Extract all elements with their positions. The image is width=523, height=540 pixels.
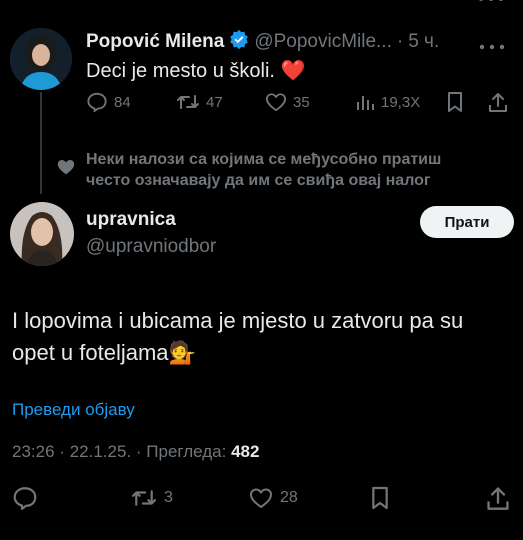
more-options-icon[interactable] (478, 37, 506, 55)
repost-button[interactable]: 47 (176, 92, 223, 112)
follow-button[interactable]: Прати (420, 206, 514, 238)
reply-icon (12, 487, 38, 514)
tweet-meta: 23:26 · 22.1.25. · Прегледа: 482 (12, 442, 259, 462)
social-heart-icon (56, 158, 76, 181)
repost-count: 47 (206, 93, 223, 111)
views-label: Прегледа: (146, 442, 227, 461)
bookmark-icon[interactable] (446, 91, 464, 118)
quoted-header: Popović Milena @PopovicMile... · 5 ч. (86, 29, 439, 55)
heart-icon (248, 487, 274, 509)
bookmark-icon[interactable] (370, 485, 390, 516)
author-handle[interactable]: @PopovicMile... (254, 31, 392, 53)
quoted-tweet-text: Deci je mesto u školi. ❤️ (86, 60, 306, 82)
avatar[interactable] (10, 28, 72, 90)
separator: · (396, 31, 404, 52)
views-total[interactable]: 482 (231, 442, 259, 461)
author-name[interactable]: Popović Milena (86, 31, 224, 53)
share-icon[interactable] (488, 91, 508, 118)
tweet-text-line-2: opet u foteljama💁 (12, 340, 196, 365)
repost-icon (130, 487, 158, 509)
top-more-icon[interactable] (476, 0, 506, 4)
verified-icon (229, 29, 249, 55)
heart-icon (265, 92, 287, 112)
thread-line (40, 92, 42, 194)
like-count: 28 (280, 489, 298, 506)
main-author-name[interactable]: upravnica (86, 209, 176, 231)
repost-icon (176, 92, 200, 112)
social-context-line-2: често означавају да им се свиђа овај нал… (86, 172, 431, 189)
main-author-handle[interactable]: @upravniodbor (86, 236, 216, 258)
avatar[interactable] (10, 202, 74, 266)
like-count: 35 (293, 93, 310, 111)
analytics-icon (355, 92, 375, 112)
repost-count: 3 (164, 489, 173, 506)
meta-separator: · (59, 442, 65, 461)
meta-separator: · (135, 442, 142, 461)
tweet-date[interactable]: 22.1.25. (70, 442, 131, 461)
main-tweet-text: I lopovima i ubicama je mjesto u zatvoru… (12, 305, 463, 369)
reply-icon (86, 92, 108, 112)
reply-button[interactable] (12, 486, 38, 515)
like-button[interactable]: 35 (265, 92, 310, 112)
translate-link[interactable]: Преведи објаву (12, 400, 135, 420)
reply-count: 84 (114, 93, 131, 111)
tweet-time[interactable]: 23:26 (12, 442, 55, 461)
like-button[interactable]: 28 (248, 487, 298, 509)
social-context-line-1: Неки налози са којима се међусобно прати… (86, 151, 442, 168)
reply-button[interactable]: 84 (86, 92, 131, 112)
views-count: 19,3X (381, 93, 421, 111)
social-context: Неки налози са којима се међусобно прати… (86, 149, 441, 191)
timestamp[interactable]: 5 ч. (408, 31, 439, 53)
views-button[interactable]: 19,3X (355, 92, 420, 112)
repost-button[interactable]: 3 (130, 487, 173, 509)
tweet-text-line-1: I lopovima i ubicama je mjesto u zatvoru… (12, 308, 464, 333)
share-icon[interactable] (486, 485, 510, 516)
